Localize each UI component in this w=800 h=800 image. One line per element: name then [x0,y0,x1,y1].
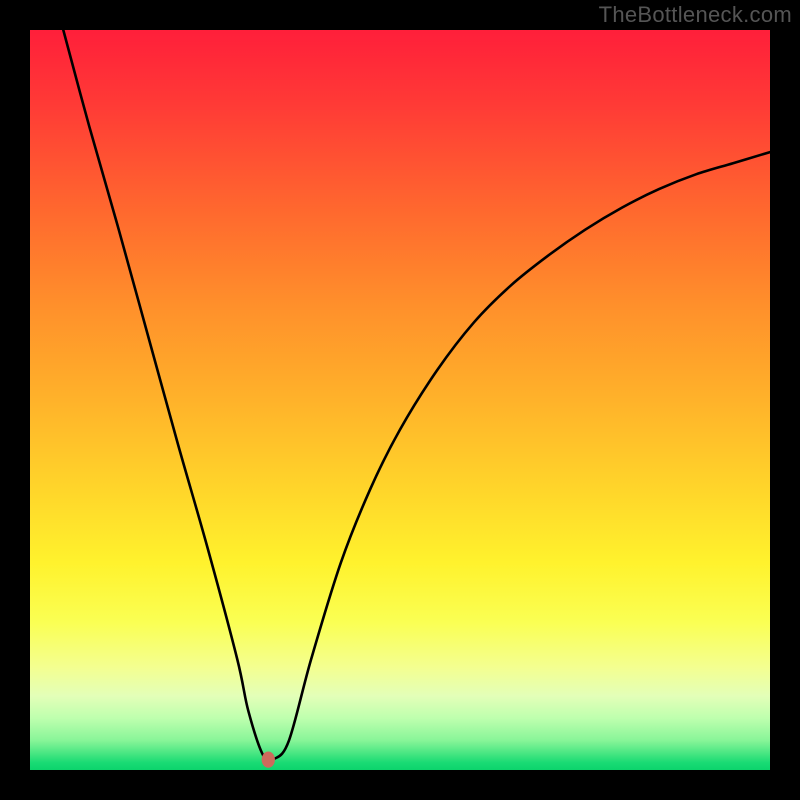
chart-svg [30,30,770,770]
chart-frame: TheBottleneck.com [0,0,800,800]
optimal-marker [262,752,275,768]
watermark-text: TheBottleneck.com [599,2,792,28]
bottleneck-curve [63,30,770,761]
plot-area [30,30,770,770]
